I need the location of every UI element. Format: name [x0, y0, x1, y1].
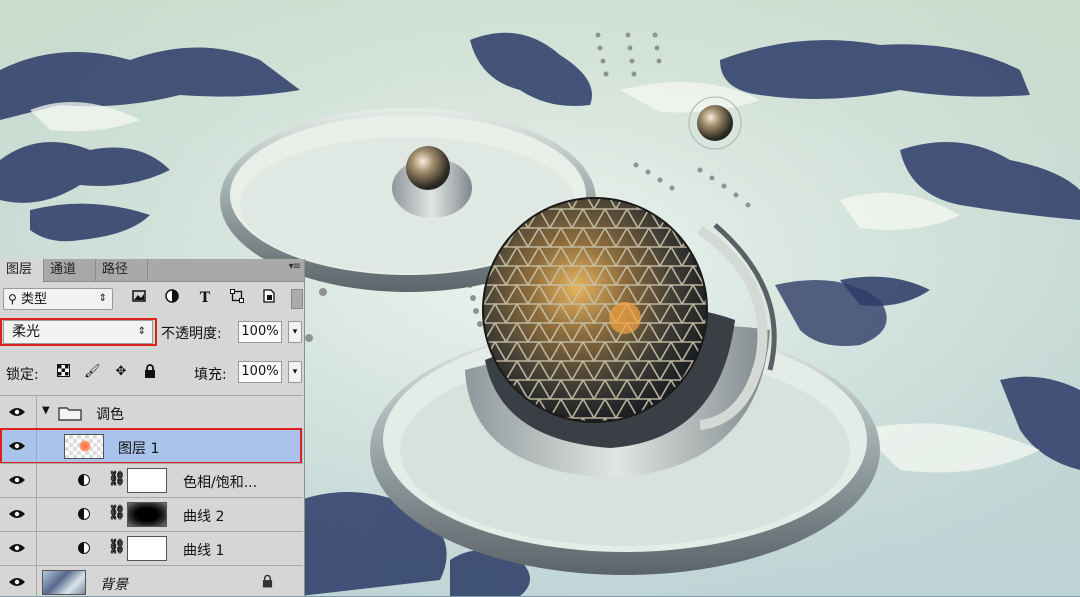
layer-row-adjustment[interactable]: ⛓ 曲线 2: [0, 497, 303, 531]
link-chain-icon[interactable]: ⛓: [108, 539, 126, 555]
visibility-toggle[interactable]: [0, 464, 37, 497]
layer-mask-thumbnail: [127, 468, 167, 493]
layer-thumbnail: [64, 434, 104, 459]
eye-icon: [9, 510, 25, 518]
adjustment-layer-icon: [78, 508, 90, 520]
layer-row-adjustment[interactable]: ⛓ 色相/饱和...: [0, 463, 303, 497]
visibility-toggle[interactable]: [0, 498, 37, 531]
link-chain-icon[interactable]: ⛓: [108, 505, 126, 521]
expand-arrow-icon[interactable]: ▼: [42, 405, 50, 416]
lock-label: 锁定:: [6, 367, 39, 383]
folder-icon: [58, 407, 82, 421]
layer-row-selected[interactable]: 图层 1: [0, 429, 303, 463]
layer-row-group[interactable]: ▼ 调色: [0, 395, 303, 429]
layer-filter-row: ⚲ 类型 ⇕ T: [0, 285, 304, 315]
blend-mode-value: 柔光: [12, 324, 40, 340]
shape-filter-icon[interactable]: [228, 289, 246, 307]
eye-icon: [9, 578, 25, 586]
layer-mask-thumbnail: [127, 536, 167, 561]
lock-fill-row: 锁定: 🖌 ✥ 填充: 100% ▾: [0, 357, 304, 387]
visibility-toggle[interactable]: [0, 396, 37, 429]
filter-kind-select[interactable]: ⚲ 类型 ⇕: [3, 288, 113, 310]
eye-icon: [9, 544, 25, 552]
adjustment-layer-icon: [78, 542, 90, 554]
eye-icon: [9, 476, 25, 484]
blend-mode-select[interactable]: 柔光 ⇕: [3, 320, 153, 344]
opacity-input[interactable]: 100%: [238, 321, 282, 343]
eye-icon: [9, 442, 25, 450]
visibility-toggle[interactable]: [0, 532, 37, 565]
opacity-label: 不透明度:: [161, 326, 222, 342]
lock-transparent-pixels-icon[interactable]: [55, 364, 71, 380]
layer-name: 调色: [96, 407, 124, 423]
layer-name: 背景: [100, 577, 128, 593]
search-icon: ⚲: [8, 292, 17, 306]
brush-icon[interactable]: 🖌: [84, 364, 101, 380]
layer-row-background[interactable]: 背景: [0, 565, 303, 597]
fill-input[interactable]: 100%: [238, 361, 282, 383]
tab-layers[interactable]: 图层: [0, 259, 44, 282]
layer-thumbnail: [42, 570, 86, 595]
layer-name: 色相/饱和...: [183, 475, 258, 491]
blend-opacity-row: 柔光 ⇕ 不透明度: 100% ▾: [0, 318, 304, 350]
filter-toggle-switch[interactable]: [291, 289, 303, 309]
thumbnail-glow: [79, 440, 91, 452]
adjustment-filter-icon[interactable]: [163, 289, 181, 307]
panel-menu-icon[interactable]: ▾≡: [289, 261, 301, 272]
lock-icon[interactable]: [142, 364, 158, 380]
visibility-toggle[interactable]: [0, 566, 37, 597]
panel-tab-bar: 图层 通道 路径 ▾≡: [0, 259, 304, 282]
adjustment-layer-icon: [78, 474, 90, 486]
move-icon[interactable]: ✥: [113, 364, 129, 380]
tab-channels[interactable]: 通道: [44, 259, 96, 281]
updown-arrow-icon: ⇕: [137, 326, 146, 337]
image-filter-icon[interactable]: [130, 289, 148, 307]
layers-panel: 图层 通道 路径 ▾≡ ⚲ 类型 ⇕ T 柔光 ⇕ 不透明度: 100% ▾ 锁…: [0, 259, 305, 597]
fill-label: 填充:: [194, 367, 227, 383]
link-chain-icon[interactable]: ⛓: [108, 471, 126, 487]
filter-kind-label: 类型: [20, 292, 47, 307]
layer-name: 曲线 1: [183, 543, 225, 559]
opacity-dropdown-arrow[interactable]: ▾: [288, 321, 302, 343]
layer-row-adjustment[interactable]: ⛓ 曲线 1: [0, 531, 303, 565]
smart-object-filter-icon[interactable]: [260, 289, 278, 307]
updown-arrow-icon: ⇕: [98, 293, 107, 304]
layer-name: 图层 1: [118, 441, 160, 457]
eye-icon: [9, 408, 25, 416]
layer-name: 曲线 2: [183, 509, 225, 525]
tab-paths[interactable]: 路径: [96, 259, 148, 281]
lock-icon: [262, 574, 273, 588]
type-filter-icon[interactable]: T: [196, 289, 214, 307]
fill-dropdown-arrow[interactable]: ▾: [288, 361, 302, 383]
visibility-toggle[interactable]: [0, 430, 37, 463]
layer-mask-thumbnail: [127, 502, 167, 527]
